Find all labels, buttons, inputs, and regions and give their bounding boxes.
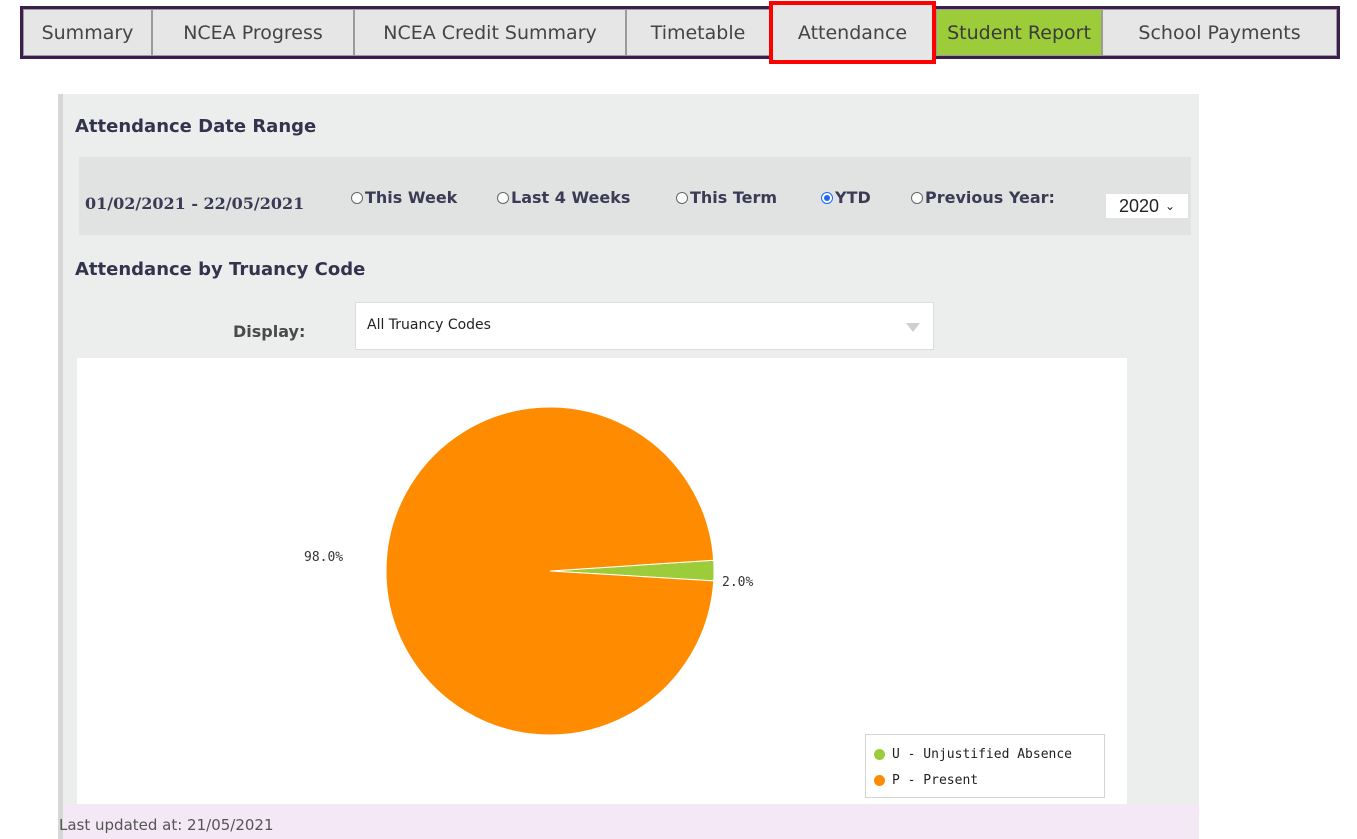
truancy-pie-chart: 2.0% 98.0% U - Unjustified Absence P - Pr… [77,358,1127,804]
previous-year-select[interactable]: 2020 ⌄ [1106,194,1188,218]
radio-circle-icon[interactable] [676,191,688,204]
dropdown-value: All Truancy Codes [367,317,491,333]
display-label: Display: [233,322,306,341]
chart-legend: U - Unjustified Absence P - Present [865,734,1105,798]
radio-previous-year[interactable]: Previous Year: [911,188,1055,207]
legend-dot-icon [874,749,885,760]
radio-circle-icon[interactable] [351,191,363,204]
radio-label: This Week [365,188,458,207]
year-value: 2020 [1118,195,1159,216]
radio-label: This Term [690,188,778,207]
tab-timetable[interactable]: Timetable [626,9,770,56]
tab-bar: Summary NCEA Progress NCEA Credit Summar… [20,1,1340,64]
date-range-text: 01/02/2021 - 22/05/2021 [85,194,305,213]
legend-label: U - Unjustified Absence [892,747,1073,762]
chevron-down-icon: ⌄ [1164,199,1176,213]
radio-last-4-weeks[interactable]: Last 4 Weeks [497,188,630,207]
radio-label: Last 4 Weeks [511,188,631,207]
legend-dot-icon [874,775,885,786]
tab-school-payments[interactable]: School Payments [1102,9,1337,56]
tab-ncea-progress[interactable]: NCEA Progress [152,9,354,56]
radio-circle-icon[interactable] [911,191,923,204]
radio-label: Previous Year: [925,188,1055,207]
last-updated-text: Last updated at: 21/05/2021 [59,816,274,834]
dropdown-arrow-icon [906,323,920,332]
truancy-display-dropdown[interactable]: All Truancy Codes [355,302,934,350]
truancy-heading: Attendance by Truancy Code [75,259,366,280]
pie-data-label: 2.0% [722,575,753,590]
tab-ncea-credit-summary[interactable]: NCEA Credit Summary [354,9,626,56]
radio-ytd[interactable]: YTD [821,188,871,207]
radio-selected-icon[interactable] [821,191,833,204]
radio-label: YTD [835,188,871,207]
radio-circle-icon[interactable] [497,191,509,204]
legend-label: P - Present [892,773,979,788]
date-range-heading: Attendance Date Range [75,116,317,137]
tab-student-report[interactable]: Student Report [936,9,1102,56]
tab-attendance[interactable]: Attendance [769,1,936,64]
pie-data-label: 98.0% [304,550,343,565]
attendance-panel: Attendance Date Range 01/02/2021 - 22/05… [58,94,1199,839]
legend-item-unjustified[interactable]: U - Unjustified Absence [874,747,1072,762]
radio-this-term[interactable]: This Term [676,188,777,207]
radio-this-week[interactable]: This Week [351,188,457,207]
date-range-bar: 01/02/2021 - 22/05/2021 This Week Last 4… [79,157,1191,235]
legend-item-present[interactable]: P - Present [874,773,978,788]
footer-bar: Last updated at: 21/05/2021 [59,804,1199,839]
tab-summary[interactable]: Summary [23,9,152,56]
